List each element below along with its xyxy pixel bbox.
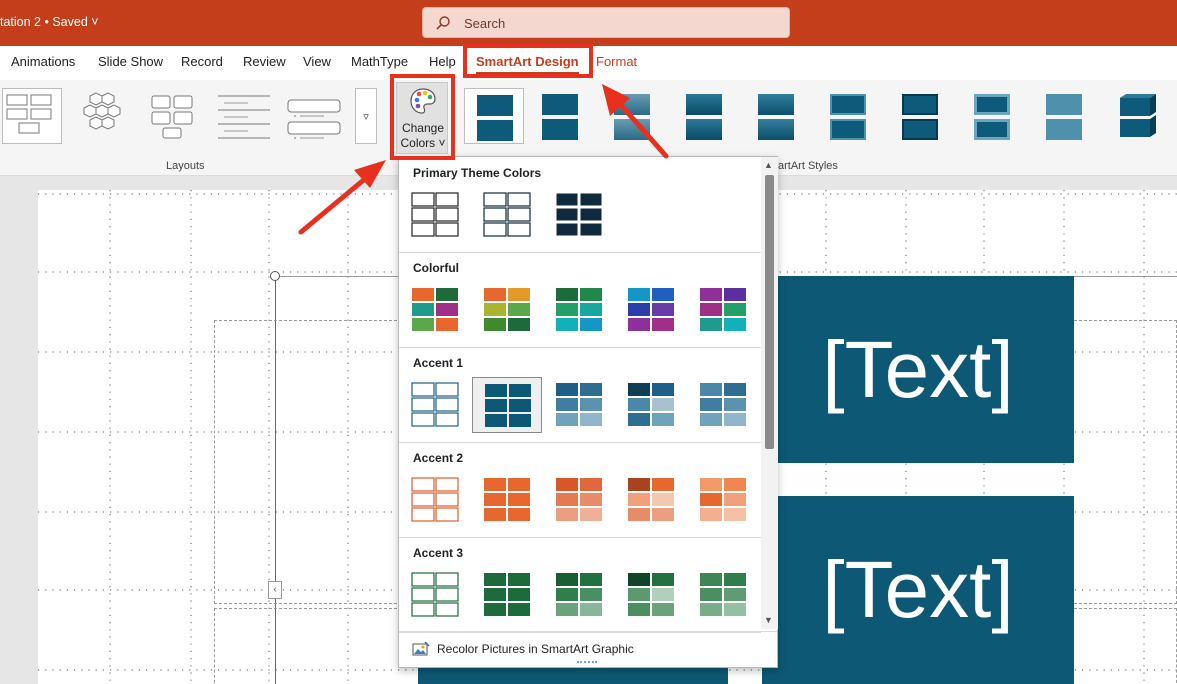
color-swatch-accent3-4[interactable] (623, 567, 679, 623)
section-colorful: Colorful (413, 261, 459, 275)
smartart-styles-group-label: artArt Styles (778, 160, 838, 172)
color-swatch-primary-1[interactable] (407, 187, 463, 243)
text-pane-toggle[interactable]: ‹ (268, 581, 282, 599)
resize-grip[interactable] (577, 661, 597, 663)
document-title[interactable]: tation 2 • Saved ˅ (0, 15, 99, 29)
color-swatch-colorful-1[interactable] (407, 282, 463, 338)
style-thumb-4[interactable] (674, 88, 734, 144)
color-swatch-accent1-1[interactable] (407, 377, 463, 433)
section-accent-3: Accent 3 (413, 546, 464, 560)
color-swatch-primary-3[interactable] (551, 187, 607, 243)
search-box[interactable]: Search (422, 7, 790, 38)
style-thumb-9[interactable] (1034, 88, 1094, 144)
smartart-shape-2[interactable]: [Text] (762, 496, 1074, 684)
style-thumb-1[interactable] (464, 88, 524, 144)
smartart-shape-1[interactable]: [Text] (762, 276, 1074, 463)
tab-view[interactable]: View (303, 54, 331, 69)
section-accent-2: Accent 2 (413, 451, 464, 465)
tab-format[interactable]: Format (596, 54, 637, 69)
scroll-thumb[interactable] (765, 175, 774, 449)
divider (399, 442, 761, 443)
tab-help[interactable]: Help (429, 54, 456, 69)
layout-thumb-3[interactable] (142, 88, 202, 144)
search-placeholder: Search (464, 16, 506, 31)
style-thumb-8[interactable] (962, 88, 1022, 144)
color-swatch-accent2-2[interactable] (479, 472, 535, 528)
dropdown-scrollbar[interactable]: ▲ ▼ (761, 157, 778, 629)
divider (399, 347, 761, 348)
tab-record[interactable]: Record (181, 54, 223, 69)
tab-mathtype[interactable]: MathType (351, 54, 408, 69)
color-swatch-accent2-5[interactable] (695, 472, 751, 528)
scroll-up-arrow[interactable]: ▲ (764, 160, 773, 170)
color-swatch-colorful-3[interactable] (551, 282, 607, 338)
tab-review[interactable]: Review (243, 54, 286, 69)
layouts-more-button[interactable]: ▿ (355, 88, 377, 144)
style-thumb-3[interactable] (602, 88, 662, 144)
highlight-change-colors (390, 74, 455, 160)
style-thumb-2[interactable] (530, 88, 590, 144)
section-accent-1: Accent 1 (413, 356, 464, 370)
divider (399, 537, 761, 538)
divider (399, 252, 761, 253)
smartart-shape-3[interactable] (418, 666, 728, 684)
color-swatch-accent1-4[interactable] (623, 377, 679, 433)
color-swatch-colorful-4[interactable] (623, 282, 679, 338)
style-thumb-10-3d[interactable] (1106, 88, 1166, 144)
highlight-smartart-design-tab (463, 44, 593, 78)
layouts-group-label: Layouts (166, 160, 205, 172)
color-swatch-accent2-3[interactable] (551, 472, 607, 528)
color-swatch-accent3-5[interactable] (695, 567, 751, 623)
layout-thumb-5[interactable] (284, 88, 344, 144)
color-swatch-colorful-5[interactable] (695, 282, 751, 338)
title-bar: tation 2 • Saved ˅ Search (0, 0, 1177, 46)
layout-thumb-hexagons[interactable] (72, 88, 132, 144)
recolor-pictures-label: Recolor Pictures in SmartArt Graphic (437, 642, 634, 656)
color-swatch-accent3-2[interactable] (479, 567, 535, 623)
powerpoint-window: tation 2 • Saved ˅ Search Animations Sli… (0, 0, 1177, 684)
rotation-handle[interactable] (270, 271, 280, 281)
color-swatch-accent1-3[interactable] (551, 377, 607, 433)
color-swatch-accent3-1[interactable] (407, 567, 463, 623)
style-thumb-5[interactable] (746, 88, 806, 144)
color-swatch-colorful-2[interactable] (479, 282, 535, 338)
color-swatch-accent3-3[interactable] (551, 567, 607, 623)
color-swatch-accent2-4[interactable] (623, 472, 679, 528)
tab-slide-show[interactable]: Slide Show (98, 54, 163, 69)
recolor-pictures-menu-item[interactable]: Recolor Pictures in SmartArt Graphic (399, 631, 777, 667)
style-thumb-7[interactable] (890, 88, 950, 144)
color-swatch-accent2-1[interactable] (407, 472, 463, 528)
tab-animations[interactable]: Animations (11, 54, 75, 69)
layout-thumb-4[interactable] (212, 88, 272, 144)
style-thumb-6[interactable] (818, 88, 878, 144)
layout-thumb-1[interactable] (2, 88, 62, 144)
color-swatch-accent1-2-selected[interactable] (472, 377, 542, 433)
change-colors-dropdown: Primary Theme Colors Colorful Accent 1 A… (398, 156, 778, 668)
search-icon (436, 16, 450, 30)
recolor-picture-icon (412, 641, 430, 656)
section-primary-theme-colors: Primary Theme Colors (413, 166, 542, 180)
color-swatch-primary-2[interactable] (479, 187, 535, 243)
color-swatch-accent1-5[interactable] (695, 377, 751, 433)
scroll-down-arrow[interactable]: ▼ (764, 615, 773, 625)
